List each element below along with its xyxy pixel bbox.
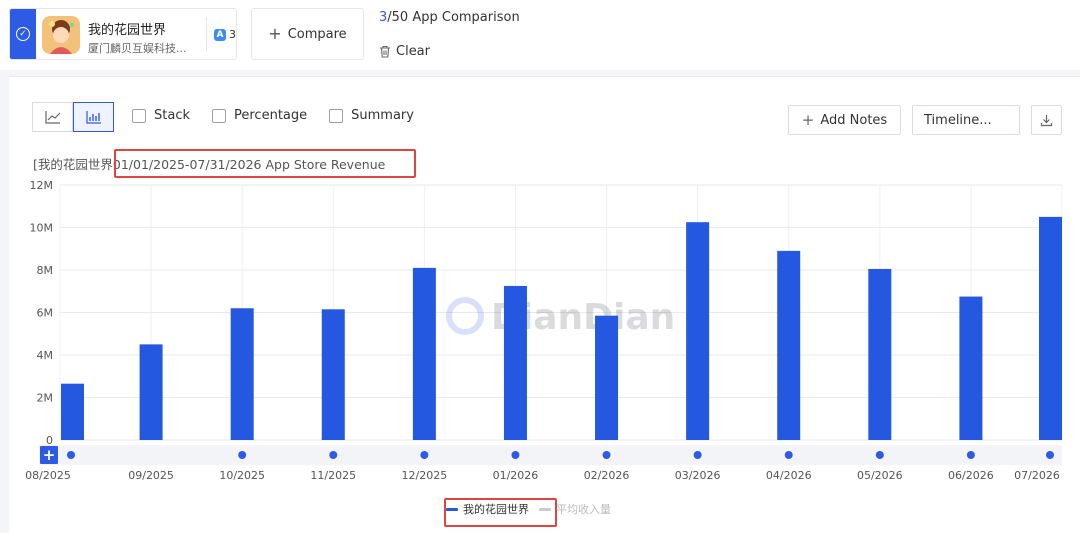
x-tick-label: 09/2025 (128, 469, 174, 482)
timeline-marker (420, 451, 429, 459)
compare-button[interactable]: + Compare (251, 8, 364, 60)
plus-icon: + (268, 24, 282, 43)
y-tick-label: 2M (37, 392, 54, 405)
x-tick-label: 06/2026 (948, 469, 994, 482)
timeline-marker (966, 451, 975, 459)
timeline-marker (693, 451, 702, 459)
chip-divider (206, 17, 207, 51)
timeline-marker (238, 451, 247, 459)
bar-08/2025 (61, 383, 84, 440)
top-bar: ✓ 我的花园世界 厦门麟贝互娱科技... A 3 + Compare 3/50 … (0, 0, 1080, 70)
timeline-marker (602, 451, 611, 459)
revenue-bar-chart: 02M4M6M8M10M12MDianDian+08/2025 09/2025 10… (25, 179, 1063, 482)
y-tick-label: 4M (37, 349, 54, 362)
timeline-marker (67, 451, 75, 459)
y-tick-label: 12M (30, 179, 54, 192)
x-tick-label: 01/2026 (493, 469, 539, 482)
compare-label: Compare (287, 26, 347, 42)
store-badge: A 3 (214, 28, 236, 41)
bar-03/2026 (686, 222, 710, 440)
watermark: DianDian (446, 297, 675, 338)
app-publisher: 厦门麟贝互娱科技... (88, 42, 187, 55)
bar-01/2026 (503, 285, 527, 440)
bar-04/2026 (777, 250, 801, 440)
timeline-strip (39, 445, 1062, 465)
app-selected-check[interactable]: ✓ (10, 9, 36, 59)
x-tick-label: 02/2026 (584, 469, 630, 482)
bar-09/2025 (139, 344, 163, 440)
x-tick-label: 07/2026 (1014, 469, 1060, 482)
x-tick-label: 10/2025 (219, 469, 265, 482)
clear-button[interactable]: Clear (379, 44, 430, 59)
comparison-count: 3/50 App Comparison (379, 10, 520, 25)
x-tick-label: 03/2026 (675, 469, 721, 482)
trash-icon (380, 45, 390, 58)
x-tick-label: 11/2025 (310, 469, 356, 482)
x-tick-label: 08/2025 (25, 469, 71, 482)
store-count: 3 (229, 28, 236, 41)
app-name: 我的花园世界 (88, 23, 167, 38)
timeline-marker (511, 451, 520, 459)
y-tick-label: 6M (37, 307, 54, 320)
legend-highlight-box (444, 498, 557, 527)
x-tick-label: 12/2025 (402, 469, 448, 482)
selected-app-chip[interactable]: ✓ 我的花园世界 厦门麟贝互娱科技... A 3 (9, 8, 237, 60)
chart-panel: Stack Percentage Summary + Add Notes Tim… (9, 76, 1080, 533)
timeline-marker (875, 451, 884, 459)
comparison-rest: /50 App Comparison (387, 10, 520, 25)
app-icon (42, 16, 80, 54)
x-tick-label: 04/2026 (766, 469, 812, 482)
timeline-marker (329, 451, 338, 459)
bar-10/2025 (230, 308, 254, 440)
timeline-marker (784, 451, 793, 459)
bar-02/2026 (595, 315, 619, 440)
legend-label-average: 平均收入量 (556, 503, 611, 516)
bar-11/2025 (321, 309, 345, 440)
watermark-logo-icon (446, 297, 484, 335)
bar-05/2026 (868, 268, 892, 440)
timeline-marker (1046, 451, 1054, 459)
app-store-icon: A (214, 28, 226, 41)
check-icon: ✓ (16, 27, 30, 41)
clear-label: Clear (396, 44, 430, 59)
bar-07/2026 (1039, 216, 1062, 440)
y-tick-label: 10M (30, 222, 54, 235)
x-tick-label: 05/2026 (857, 469, 903, 482)
bar-12/2025 (412, 267, 436, 440)
y-tick-label: 8M (37, 264, 54, 277)
bar-06/2026 (959, 296, 983, 440)
plus-icon: + (43, 446, 56, 464)
